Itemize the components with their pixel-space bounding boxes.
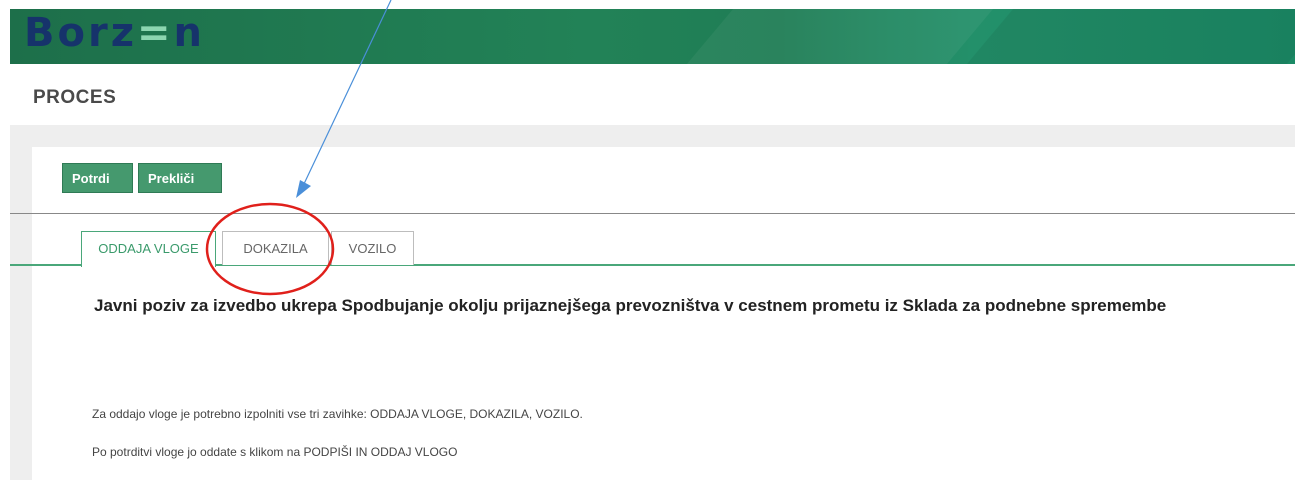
logo-text-accent: = — [136, 10, 174, 56]
logo-text-end: n — [173, 10, 205, 56]
content-heading: Javni poziv za izvedbo ukrepa Spodbujanj… — [94, 296, 1167, 315]
borzen-logo[interactable]: Borz=n — [24, 13, 205, 53]
annotation-arrow-head — [296, 180, 311, 198]
tab-oddaja-vloge[interactable]: ODDAJA VLOGE — [81, 231, 216, 267]
page-title: PROCES — [33, 87, 117, 108]
confirm-button[interactable]: Potrdi — [62, 163, 133, 193]
tab-dokazila[interactable]: DOKAZILA — [222, 231, 329, 265]
header-decoration — [966, 9, 1295, 64]
instruction-text: Za oddajo vloge je potrebno izpolniti vs… — [92, 407, 583, 421]
content-left-border — [10, 147, 32, 480]
cancel-button[interactable]: Prekliči — [138, 163, 222, 193]
header-decoration — [686, 9, 994, 64]
divider — [10, 213, 1295, 214]
submit-instruction-text: Po potrditvi vloge jo oddate s klikom na… — [92, 445, 458, 459]
content-top-border — [10, 125, 1295, 147]
tab-vozilo[interactable]: VOZILO — [331, 231, 414, 265]
logo-text-start: Borz — [24, 10, 137, 56]
